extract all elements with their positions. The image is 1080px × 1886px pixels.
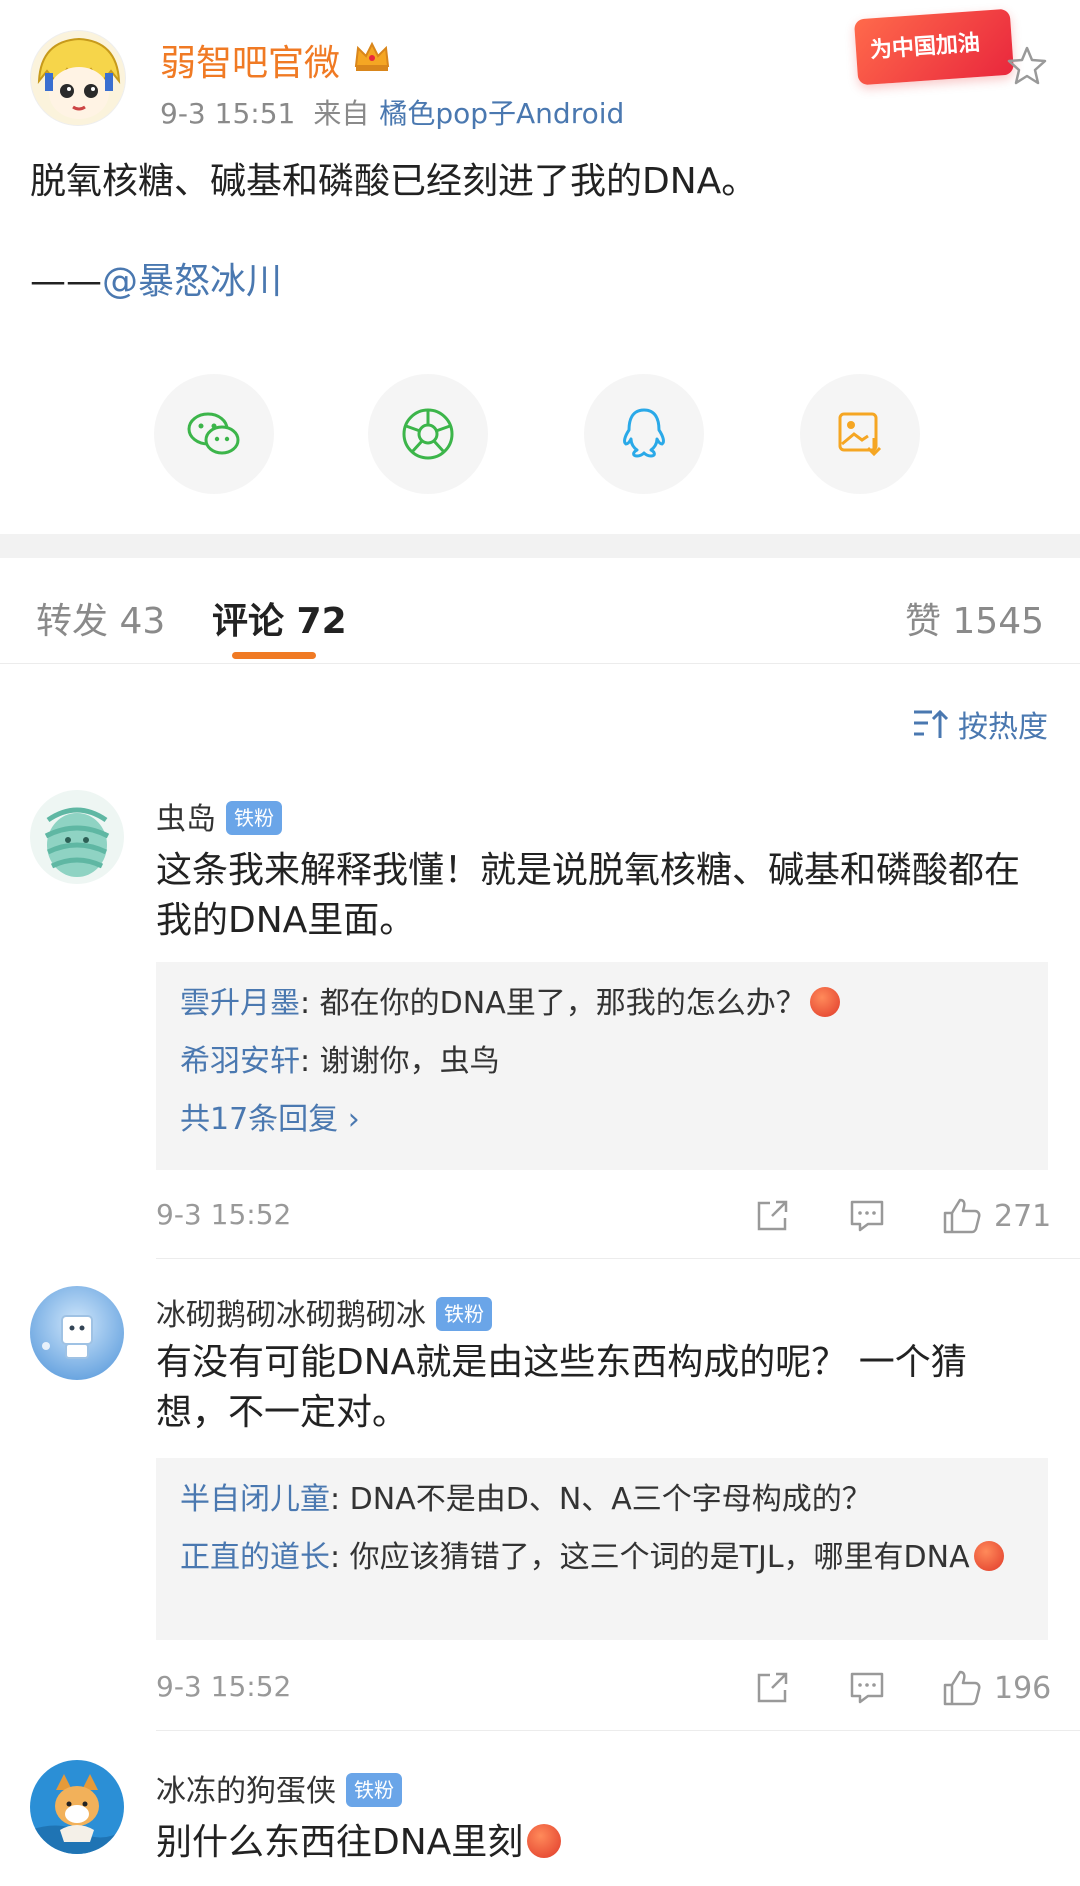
comment-time: 9-3 15:52 [156, 1670, 292, 1703]
reply-button[interactable] [848, 1192, 898, 1240]
share-qq-button[interactable] [584, 374, 704, 494]
reply-author[interactable]: 雲升月墨 [180, 986, 300, 1021]
author-avatar[interactable] [30, 30, 126, 126]
reply-line: 半自闭儿童: DNA不是由D、N、A三个字母构成的？ [180, 1482, 872, 1517]
post-source[interactable]: 橘色pop子Android [379, 97, 624, 130]
comment-text: 别什么东西往DNA里刻 [156, 1818, 1036, 1868]
sort-label: 按热度 [958, 710, 1048, 745]
tab-active-indicator [232, 652, 316, 659]
tab-comment[interactable]: 评论 72 [212, 592, 347, 644]
reply-button[interactable] [848, 1664, 898, 1712]
tab-repost[interactable]: 转发 43 [36, 592, 165, 644]
commenter-avatar[interactable] [30, 1760, 124, 1854]
reply-line: 正直的道长: 你应该猜错了，这三个词的是TJL，哪里有DNA [180, 1536, 1024, 1580]
comment-divider [156, 1730, 1080, 1731]
section-divider [0, 534, 1080, 558]
post-time: 9-3 15:51 [160, 97, 296, 130]
commenter-avatar[interactable] [30, 790, 124, 884]
commenter-avatar[interactable] [30, 1286, 124, 1380]
author-name[interactable]: 弱智吧官微 [160, 34, 340, 86]
reply-text: 都在你的DNA里了，那我的怎么办？ [319, 986, 806, 1021]
repost-icon [757, 1672, 788, 1703]
commenter-name-text: 冰砌鹅砌冰砌鹅砌冰 [156, 1298, 426, 1333]
favorite-star-icon[interactable] [1006, 44, 1048, 86]
like-button[interactable]: 271 [942, 1192, 1051, 1240]
angry-emoji-icon [527, 1824, 562, 1858]
sort-button[interactable]: 按热度 [912, 704, 1048, 745]
reply-preview-box[interactable]: 雲升月墨: 都在你的DNA里了，那我的怎么办？ 希羽安轩: 谢谢你，虫鸟 共17… [156, 962, 1048, 1170]
more-replies-link[interactable]: 共17条回复 › [180, 1098, 1024, 1142]
thumbs-up-icon [943, 1670, 981, 1706]
commenter-name[interactable]: 虫岛 铁粉 [156, 794, 282, 838]
repost-icon [757, 1200, 788, 1231]
credit-dash: —— [30, 261, 102, 302]
like-count: 271 [994, 1198, 1052, 1234]
comment-text: 这条我来解释我懂！就是说脱氧核糖、碱基和磷酸都在我的DNA里面。 [156, 850, 1021, 941]
comment-icon [850, 1200, 884, 1232]
reply-text: 谢谢你，虫鸟 [319, 1044, 500, 1079]
repost-button[interactable] [754, 1664, 802, 1712]
angry-emoji-icon [973, 1541, 1004, 1571]
repost-button[interactable] [754, 1192, 802, 1240]
fan-badge: 铁粉 [346, 1773, 402, 1807]
comment-footer: 9-3 15:52 271 [156, 1192, 1051, 1240]
comment-footer: 9-3 15:52 196 [156, 1664, 1051, 1712]
reply-line: 雲升月墨: 都在你的DNA里了，那我的怎么办？ [180, 982, 1024, 1026]
like-button[interactable]: 196 [942, 1664, 1051, 1712]
commenter-name-text: 冰冻的狗蛋侠 [156, 1774, 336, 1809]
post-text: 脱氧核糖、碱基和磷酸已经刻进了我的DNA。 [30, 161, 758, 202]
promo-badge[interactable]: 为中国加油 [853, 8, 1015, 86]
post-header: 弱智吧官微 9-3 15:51 来自 橘色pop子Android 为中国加油 [0, 0, 1080, 150]
reply-author[interactable]: 正直的道长 [180, 1540, 330, 1575]
crown-icon [354, 41, 390, 71]
reply-text: 你应该猜错了，这三个词的是TJL，哪里有DNA [349, 1540, 970, 1575]
sort-icon [914, 709, 949, 738]
moments-icon [402, 408, 454, 460]
commenter-name[interactable]: 冰冻的狗蛋侠 铁粉 [156, 1766, 402, 1810]
tab-like[interactable]: 赞 1545 [905, 592, 1044, 644]
reply-author[interactable]: 希羽安轩 [180, 1044, 300, 1079]
thumbs-up-icon [943, 1198, 981, 1234]
interaction-tabs: 转发 43 评论 72 赞 1545 [0, 558, 1080, 664]
post-credit: ——@暴怒冰川 [30, 258, 282, 306]
comment-icon [850, 1672, 884, 1704]
reply-line: 希羽安轩: 谢谢你，虫鸟 [180, 1044, 500, 1079]
share-save-image-button[interactable] [800, 374, 920, 494]
commenter-name[interactable]: 冰砌鹅砌冰砌鹅砌冰 铁粉 [156, 1290, 492, 1334]
reply-preview-box[interactable]: 半自闭儿童: DNA不是由D、N、A三个字母构成的？ 正直的道长: 你应该猜错了… [156, 1458, 1048, 1640]
wechat-icon [187, 412, 240, 455]
angry-emoji-icon [809, 987, 840, 1017]
save-image-icon [838, 412, 882, 457]
post-meta: 9-3 15:51 来自 橘色pop子Android [160, 92, 624, 132]
share-moments-button[interactable] [368, 374, 488, 494]
share-row [0, 374, 1080, 494]
credit-mention[interactable]: @暴怒冰川 [102, 261, 282, 302]
comment-divider [156, 1258, 1080, 1259]
reply-author[interactable]: 半自闭儿童 [180, 1482, 330, 1517]
commenter-name-text: 虫岛 [156, 802, 216, 837]
fan-badge: 铁粉 [436, 1297, 492, 1331]
promo-badge-text: 为中国加油 [869, 30, 981, 64]
source-prefix: 来自 [313, 97, 370, 130]
fan-badge: 铁粉 [226, 801, 282, 835]
comment-text: 有没有可能DNA就是由这些东西构成的呢？ 一个猜想，不一定对。 [156, 1342, 967, 1433]
like-count: 196 [994, 1670, 1052, 1706]
reply-text: DNA不是由D、N、A三个字母构成的？ [349, 1482, 872, 1517]
comment-time: 9-3 15:52 [156, 1198, 292, 1231]
qq-icon [623, 408, 665, 458]
share-wechat-button[interactable] [154, 374, 274, 494]
